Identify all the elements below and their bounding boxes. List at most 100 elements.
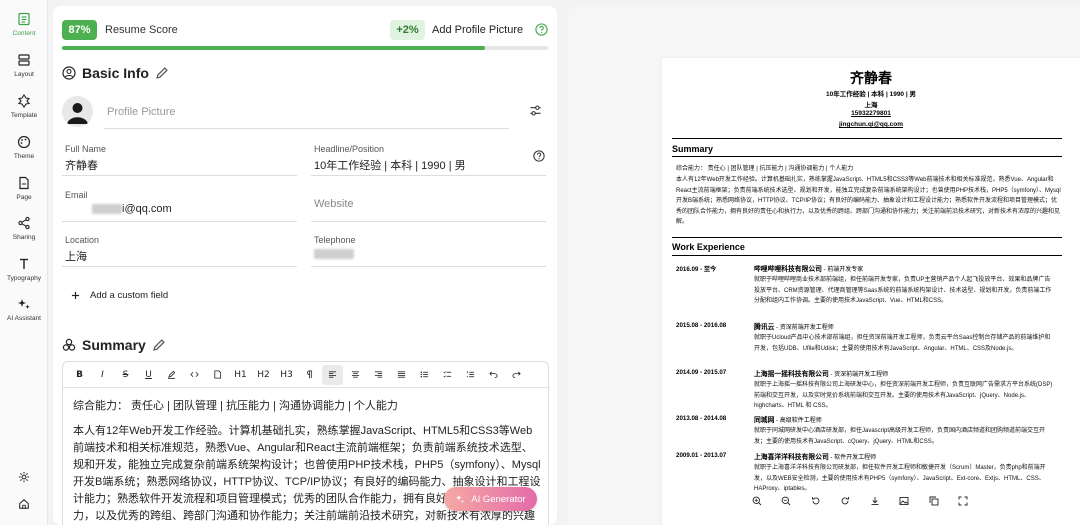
edit-pencil-icon[interactable] bbox=[155, 66, 169, 80]
bullet-list-button[interactable] bbox=[414, 365, 435, 385]
full-name-value: 齐静春 bbox=[65, 160, 98, 172]
sidebar-item-label: Layout bbox=[14, 71, 34, 78]
headline-field[interactable]: Headline/Position 10年工作经验 | 本科 | 1990 | … bbox=[311, 140, 546, 176]
summary-icon bbox=[62, 338, 76, 351]
company-name: 上海喜洋洋科技有限公司 bbox=[754, 454, 829, 461]
formatting-toolbar: B I S U H1 H2 H3 bbox=[63, 362, 550, 388]
resume-summary-body: 本人有12年Web开发工作经验。计算机基础扎实，熟练掌握JavaScript、H… bbox=[676, 177, 1061, 225]
zoom-out-icon[interactable] bbox=[781, 496, 791, 506]
bold-button[interactable]: B bbox=[69, 365, 90, 385]
task-list-button[interactable] bbox=[437, 365, 458, 385]
code-icon bbox=[190, 371, 199, 378]
resume-score-badge: 87% bbox=[62, 20, 97, 40]
page-icon bbox=[19, 176, 29, 190]
sidebar-item-page[interactable]: Page bbox=[0, 176, 48, 212]
home-button[interactable] bbox=[0, 494, 48, 514]
sidebar-item-content[interactable]: Content bbox=[0, 12, 48, 48]
italic-button[interactable]: I bbox=[92, 365, 113, 385]
help-icon[interactable] bbox=[533, 150, 545, 162]
sidebar-item-template[interactable]: Template bbox=[0, 94, 48, 130]
resume-phone[interactable]: 15932279801 bbox=[662, 110, 1080, 117]
settings-icon bbox=[18, 471, 30, 483]
sidebar-item-theme[interactable]: Theme bbox=[0, 135, 48, 171]
resume-summary-skills: 综合能力： 责任心 | 团队管理 | 抗压能力 | 沟通协调能力 | 个人能力 bbox=[676, 166, 854, 172]
sidebar-item-typography[interactable]: Typography bbox=[0, 257, 48, 293]
job-company: 上海摇一摇科技有限公司 - 资深前端开发工程师 bbox=[754, 368, 888, 378]
highlight-icon bbox=[167, 370, 176, 379]
divider bbox=[672, 138, 1062, 139]
code-button[interactable] bbox=[184, 365, 205, 385]
add-custom-field-button[interactable]: Add a custom field bbox=[71, 290, 168, 301]
sidebar-item-sharing[interactable]: Sharing bbox=[0, 216, 48, 252]
telephone-field[interactable]: Telephone bbox=[311, 231, 546, 267]
settings-sliders-icon[interactable] bbox=[529, 104, 542, 117]
ai-generator-button[interactable]: AI Generator bbox=[444, 487, 537, 511]
highlight-button[interactable] bbox=[161, 365, 182, 385]
layout-icon bbox=[18, 54, 30, 66]
location-label: Location bbox=[65, 235, 100, 245]
align-left-button[interactable] bbox=[322, 364, 343, 385]
redo-button[interactable] bbox=[506, 365, 527, 385]
add-profile-picture-tip[interactable]: Add Profile Picture bbox=[432, 24, 523, 36]
company-name: 哔哩哔哩科技有限公司 bbox=[754, 266, 822, 273]
heading3-button[interactable]: H3 bbox=[276, 365, 297, 385]
edit-pencil-icon[interactable] bbox=[152, 338, 166, 352]
headline-value: 10年工作经验 | 本科 | 1990 | 男 bbox=[314, 160, 466, 172]
job-date: 2016.09 - 至今 bbox=[676, 266, 717, 273]
help-icon[interactable] bbox=[535, 23, 548, 36]
job-date: 2014.09 - 2015.07 bbox=[676, 369, 727, 376]
website-label: Website bbox=[314, 198, 354, 210]
user-icon bbox=[62, 66, 76, 80]
add-custom-field-label: Add a custom field bbox=[90, 290, 169, 301]
undo-button[interactable] bbox=[483, 365, 504, 385]
job-date: 2013.08 - 2014.08 bbox=[676, 415, 727, 422]
plus-icon bbox=[71, 291, 80, 300]
content-icon bbox=[18, 12, 30, 26]
align-right-button[interactable] bbox=[368, 365, 389, 385]
job-role: - 资深前端开发工程师 bbox=[774, 325, 834, 331]
home-icon bbox=[19, 499, 29, 509]
zoom-in-icon[interactable] bbox=[752, 496, 762, 506]
sidebar-item-layout[interactable]: Layout bbox=[0, 53, 48, 89]
copy-icon[interactable] bbox=[929, 496, 939, 506]
paragraph-icon bbox=[307, 370, 313, 379]
resume-headline: 10年工作经验 | 本科 | 1990 | 男 bbox=[826, 91, 916, 98]
company-name: 腾讯云 bbox=[754, 324, 775, 331]
website-field[interactable]: Website bbox=[311, 186, 546, 222]
full-name-field[interactable]: Full Name 齐静春 bbox=[62, 140, 297, 176]
settings-button[interactable] bbox=[0, 467, 48, 487]
score-progress-bar bbox=[62, 46, 548, 50]
sidebar-item-label: Sharing bbox=[12, 234, 36, 241]
editor-panel: 87% Resume Score +2% Add Profile Picture… bbox=[53, 6, 557, 525]
location-value: 上海 bbox=[65, 251, 87, 263]
avatar[interactable] bbox=[62, 96, 93, 127]
job-company: 腾讯云 - 资深前端开发工程师 bbox=[754, 321, 834, 331]
profile-picture-input[interactable]: Profile Picture bbox=[104, 103, 509, 129]
reset-icon[interactable] bbox=[811, 496, 821, 506]
template-icon bbox=[17, 94, 31, 108]
underline-button[interactable]: U bbox=[138, 365, 159, 385]
location-field[interactable]: Location 上海 bbox=[62, 231, 297, 267]
strikethrough-button[interactable]: S bbox=[115, 365, 136, 385]
resume-summary-heading: Summary bbox=[672, 144, 714, 154]
image-icon[interactable] bbox=[899, 496, 909, 506]
align-justify-button[interactable] bbox=[391, 365, 412, 385]
sidebar-item-ai-assistant[interactable]: AI Assistant bbox=[0, 297, 48, 333]
fullscreen-icon[interactable] bbox=[958, 496, 968, 506]
numbered-list-button[interactable] bbox=[460, 365, 481, 385]
sharing-icon bbox=[18, 216, 30, 230]
score-bonus-badge: +2% bbox=[390, 20, 425, 40]
sidebar-item-label: Template bbox=[10, 112, 38, 119]
paragraph-button[interactable] bbox=[299, 365, 320, 385]
code-block-button[interactable] bbox=[207, 365, 228, 385]
job-description: 就职于上海喜洋洋科技有限公司研发部，担任软件开发工程师和敏捷开发（Scrum）M… bbox=[754, 465, 1046, 492]
task-list-icon bbox=[443, 371, 452, 378]
download-icon[interactable] bbox=[870, 496, 880, 506]
bullet-list-icon bbox=[420, 371, 429, 378]
resume-email[interactable]: jingchun.qi@qq.com bbox=[662, 121, 1080, 128]
email-field[interactable]: Email i@qq.com bbox=[62, 186, 297, 222]
align-center-button[interactable] bbox=[345, 365, 366, 385]
rotate-icon[interactable] bbox=[840, 496, 850, 506]
heading2-button[interactable]: H2 bbox=[253, 365, 274, 385]
heading1-button[interactable]: H1 bbox=[230, 365, 251, 385]
